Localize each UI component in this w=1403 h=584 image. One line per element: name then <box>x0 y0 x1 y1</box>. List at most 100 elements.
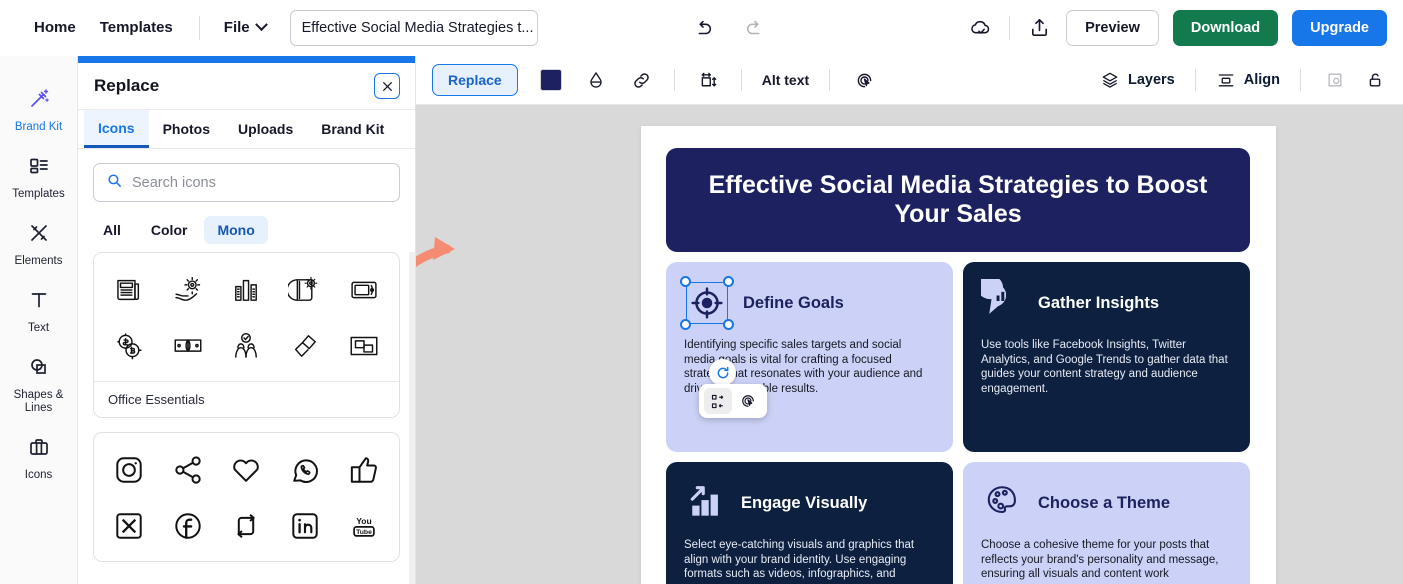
card-engage-visually[interactable]: Engage Visually Select eye-catching visu… <box>666 462 953 584</box>
replace-button[interactable]: Replace <box>432 64 518 96</box>
photo-frames-icon[interactable] <box>334 321 393 371</box>
sidebar-item-icons[interactable]: Icons <box>0 424 78 491</box>
toolbar-divider-3 <box>829 69 831 91</box>
repost-icon[interactable] <box>217 501 276 551</box>
position-size-icon[interactable] <box>697 68 721 92</box>
file-menu[interactable]: File <box>214 13 276 42</box>
share-nodes-icon[interactable] <box>159 445 218 495</box>
resize-handle-bottom-right[interactable] <box>723 319 734 330</box>
people-approval-icon[interactable] <box>217 321 276 371</box>
bar-chart-icon[interactable] <box>217 265 276 315</box>
file-menu-label: File <box>223 19 250 36</box>
undo-icon[interactable] <box>690 15 716 41</box>
rotate-handle[interactable] <box>709 359 736 386</box>
annotation-arrow-icon <box>416 237 455 268</box>
sidebar-item-label: Templates <box>12 188 65 200</box>
templates-icon <box>27 154 51 183</box>
blueprint-gear-icon[interactable] <box>276 265 335 315</box>
search-input[interactable]: Search icons <box>93 163 400 202</box>
design-page[interactable]: Effective Social Media Strategies to Boo… <box>641 126 1276 584</box>
card-choose-a-theme[interactable]: Choose a Theme Choose a cohesive theme f… <box>963 462 1250 584</box>
x-twitter-icon[interactable] <box>100 501 159 551</box>
top-bar-divider <box>198 15 200 40</box>
resize-handle-bottom-left[interactable] <box>680 319 691 330</box>
layers-button[interactable]: Layers <box>1100 70 1175 90</box>
filter-all[interactable]: All <box>90 216 134 244</box>
tab-photos[interactable]: Photos <box>149 110 224 148</box>
top-bar: Home Templates File Effective Social Med… <box>0 0 1403 56</box>
fill-drop-icon[interactable] <box>584 68 608 92</box>
crop-icon[interactable] <box>1323 68 1347 92</box>
document-title-input[interactable]: Effective Social Media Strategies t... <box>289 9 538 46</box>
top-bar-right: Preview Download Upgrade <box>967 9 1403 46</box>
floating-element-toolbar <box>699 384 767 418</box>
lock-icon[interactable] <box>1363 68 1387 92</box>
context-toolbar-right: Layers Align <box>1100 68 1387 92</box>
newspaper-icon[interactable] <box>100 265 159 315</box>
safe-box-icon[interactable] <box>334 265 393 315</box>
card-define-goals[interactable]: Define Goals Identifying specific sales … <box>666 262 953 452</box>
icon-results-scroll[interactable]: Office Essentials You Tube <box>78 252 415 584</box>
youtube-icon[interactable]: You Tube <box>334 501 393 551</box>
card-header: Choose a Theme <box>981 480 1230 526</box>
sidebar-item-label: Text <box>27 322 50 334</box>
panel-scrollbar[interactable] <box>409 252 415 584</box>
selected-icon-wrapper[interactable] <box>680 276 734 330</box>
thumbs-up-icon[interactable] <box>334 445 393 495</box>
tab-icons[interactable]: Icons <box>84 110 149 148</box>
redo-icon[interactable] <box>742 15 768 41</box>
search-placeholder: Search icons <box>132 174 216 191</box>
close-icon[interactable] <box>374 73 400 99</box>
align-button[interactable]: Align <box>1216 70 1280 90</box>
sidebar-item-elements[interactable]: Elements <box>0 210 78 277</box>
linkedin-icon[interactable] <box>276 501 335 551</box>
link-icon[interactable] <box>630 68 654 92</box>
upgrade-button[interactable]: Upgrade <box>1292 9 1387 46</box>
instagram-icon[interactable] <box>100 445 159 495</box>
canvas-area[interactable]: Effective Social Media Strategies to Boo… <box>416 105 1403 584</box>
svg-text:Tube: Tube <box>356 529 372 536</box>
coins-dollar-bitcoin-icon[interactable] <box>100 321 159 371</box>
resize-handle-top-left[interactable] <box>680 276 691 287</box>
palette-icon <box>981 479 1025 528</box>
facebook-icon[interactable] <box>159 501 218 551</box>
banner-title: Effective Social Media Strategies to Boo… <box>708 171 1208 228</box>
sidebar-item-templates[interactable]: Templates <box>0 143 78 210</box>
gear-in-hand-icon[interactable] <box>159 265 218 315</box>
card-body: Use tools like Facebook Insights, Twitte… <box>981 339 1228 395</box>
color-swatch[interactable] <box>539 69 562 91</box>
tab-uploads[interactable]: Uploads <box>224 110 307 148</box>
animate-cursor-icon[interactable] <box>734 388 762 414</box>
download-button[interactable]: Download <box>1172 9 1279 46</box>
banknotes-exchange-icon[interactable] <box>159 321 218 371</box>
sidebar-item-shapes-lines[interactable]: Shapes & Lines <box>0 344 78 424</box>
tab-brand-kit[interactable]: Brand Kit <box>307 110 398 148</box>
chat-analytics-icon <box>977 274 1025 328</box>
card-header: Engage Visually <box>684 480 933 526</box>
replace-swap-icon[interactable] <box>704 388 732 414</box>
icon-group-social: You Tube <box>93 432 400 562</box>
toolbar-divider-2 <box>740 69 742 91</box>
share-upload-icon[interactable] <box>1026 15 1052 41</box>
nav-templates[interactable]: Templates <box>88 13 185 42</box>
replace-panel: Replace Icons Photos Uploads Brand Kit S… <box>78 56 416 584</box>
animate-icon[interactable] <box>852 68 876 92</box>
sidebar-item-text[interactable]: Text <box>0 277 78 344</box>
preview-button[interactable]: Preview <box>1066 9 1159 46</box>
nav-home[interactable]: Home <box>22 13 88 42</box>
cloud-saved-icon[interactable] <box>967 15 993 41</box>
ribbon-badge-icon[interactable] <box>276 321 335 371</box>
sidebar-item-label: Icons <box>24 469 53 481</box>
card-title: Engage Visually <box>741 493 868 512</box>
card-title: Gather Insights <box>1038 293 1160 312</box>
heart-icon[interactable] <box>217 445 276 495</box>
page-banner[interactable]: Effective Social Media Strategies to Boo… <box>666 148 1250 252</box>
filter-mono[interactable]: Mono <box>204 216 268 244</box>
alt-text-button[interactable]: Alt text <box>762 72 809 88</box>
resize-handle-top-right[interactable] <box>723 276 734 287</box>
sidebar-item-label: Elements <box>14 255 63 267</box>
card-gather-insights[interactable]: Gather Insights Use tools like Facebook … <box>963 262 1250 452</box>
sidebar-item-brand-kit[interactable]: Brand Kit <box>0 76 78 143</box>
whatsapp-icon[interactable] <box>276 445 335 495</box>
filter-color[interactable]: Color <box>138 216 201 244</box>
